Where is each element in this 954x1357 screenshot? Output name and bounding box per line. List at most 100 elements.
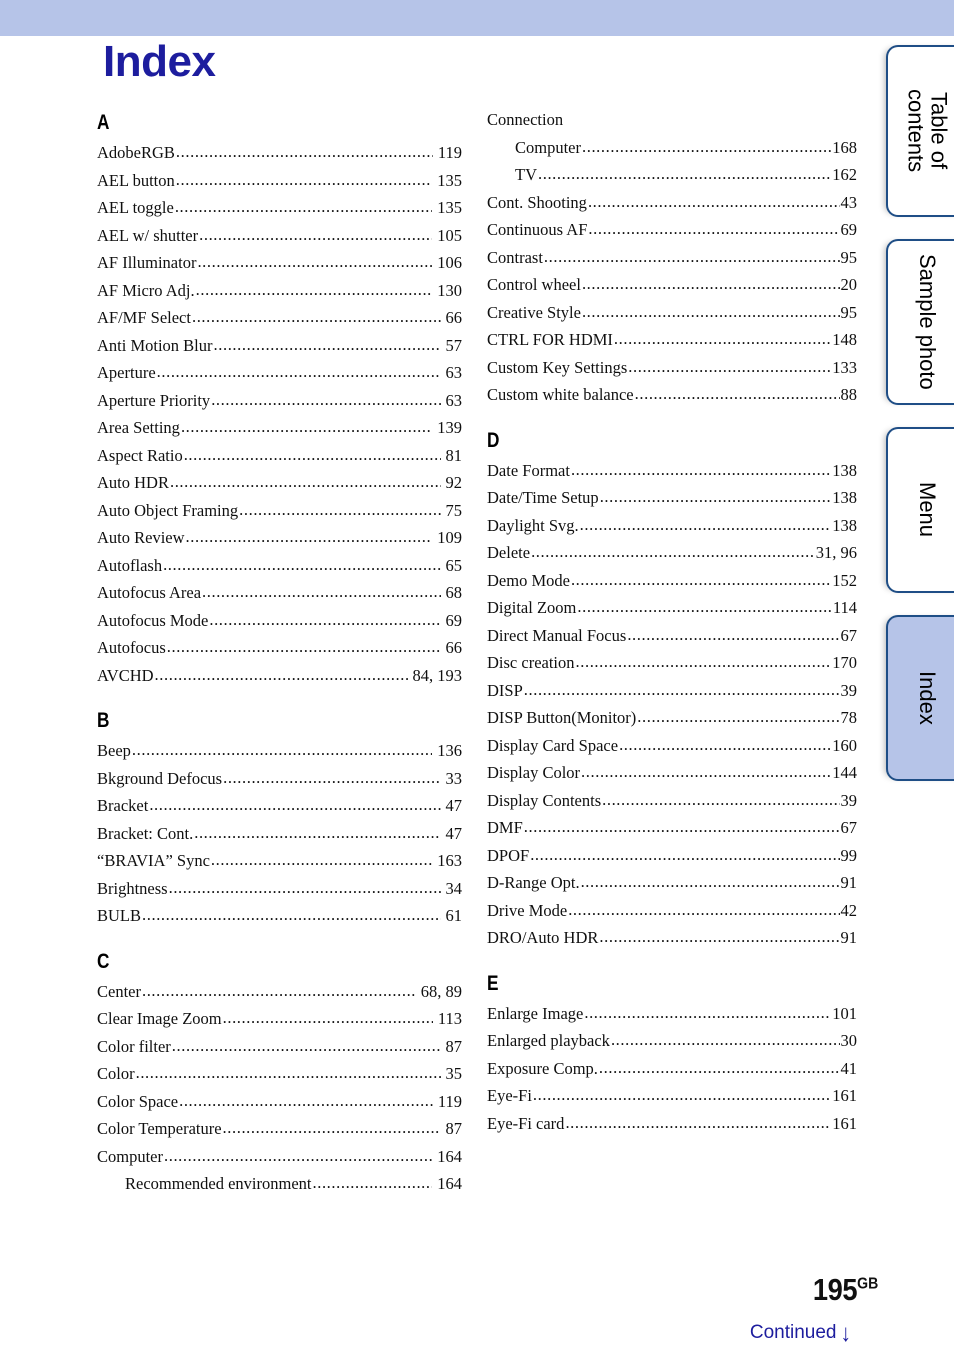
index-entry[interactable]: D-Range Opt.............................…	[487, 874, 857, 892]
index-entry[interactable]: DISP Button(Monitor)....................…	[487, 709, 857, 727]
side-tab-table-of-contents[interactable]: Table of contents	[886, 45, 954, 217]
index-entry[interactable]: Clear Image Zoom........................…	[97, 1010, 462, 1028]
index-entry-page-number: 84, 193	[412, 665, 463, 685]
side-tab-sample-photo[interactable]: Sample photo	[886, 239, 954, 405]
index-entry-label: Date/Time Setup	[487, 488, 599, 507]
continued-indicator[interactable]: Continued ↓	[750, 1321, 851, 1345]
index-entry[interactable]: Color Temperature.......................…	[97, 1119, 462, 1138]
index-entry[interactable]: Disc creation...........................…	[487, 654, 857, 672]
index-entry-label: Display Contents	[487, 790, 602, 810]
index-entry-label: Direct Manual Focus	[487, 625, 627, 645]
side-tab-index[interactable]: Index	[886, 615, 954, 781]
side-tab-menu[interactable]: Menu	[886, 427, 954, 593]
index-entry[interactable]: AEL w/ shutter..........................…	[97, 227, 462, 245]
index-entry[interactable]: Enlarged playback.......................…	[487, 1032, 857, 1050]
index-entry[interactable]: AF Illuminator..........................…	[97, 254, 462, 272]
index-entry[interactable]: Control wheel...........................…	[487, 276, 857, 294]
index-entry[interactable]: Brightness..............................…	[97, 880, 462, 898]
index-entry[interactable]: BULB....................................…	[97, 907, 462, 925]
index-entry[interactable]: Custom white balance....................…	[487, 386, 857, 404]
index-entry[interactable]: Area Setting............................…	[97, 419, 462, 437]
leader-dots: ........................................…	[523, 681, 840, 698]
index-entry[interactable]: Bkground Defocus........................…	[97, 770, 462, 788]
index-entry[interactable]: Auto Object Framing.....................…	[97, 502, 462, 520]
index-entry[interactable]: Daylight Svg............................…	[487, 517, 857, 535]
index-entry[interactable]: Computer................................…	[97, 1146, 462, 1166]
index-entry[interactable]: Beep....................................…	[97, 742, 462, 760]
leader-dots: ........................................…	[610, 1032, 840, 1049]
index-entry[interactable]: Connection..............................…	[487, 111, 857, 129]
index-entry[interactable]: Autoflash...............................…	[97, 557, 462, 575]
index-entry-label: Center	[97, 981, 141, 1001]
index-entry[interactable]: Aspect Ratio............................…	[97, 447, 462, 465]
index-entry-label: Computer	[97, 1146, 163, 1166]
index-entry-label: Eye-Fi card	[487, 1113, 565, 1133]
index-entry[interactable]: Date Format.............................…	[487, 461, 857, 480]
index-entry[interactable]: AdobeRGB................................…	[97, 144, 462, 162]
index-entry[interactable]: Digital Zoom............................…	[487, 599, 857, 617]
index-entry-label: CTRL FOR HDMI	[487, 330, 613, 349]
index-entry[interactable]: Recommended environment.................…	[97, 1175, 462, 1193]
index-entry[interactable]: Aperture Priority.......................…	[97, 392, 462, 410]
index-entry-label: Color filter	[97, 1036, 171, 1056]
index-entry[interactable]: DPOF....................................…	[487, 847, 857, 865]
index-entry[interactable]: CTRL FOR HDMI...........................…	[487, 330, 857, 349]
index-entry[interactable]: Display Contents........................…	[487, 790, 857, 810]
leader-dots: ........................................…	[141, 982, 416, 999]
index-entry[interactable]: Date/Time Setup.........................…	[487, 488, 857, 507]
index-entry[interactable]: Delete..................................…	[487, 544, 857, 562]
index-entry[interactable]: TV......................................…	[487, 166, 857, 184]
index-entry[interactable]: Autofocus Area..........................…	[97, 584, 462, 602]
index-entry[interactable]: Anti Motion Blur........................…	[97, 337, 462, 355]
leader-dots: ........................................…	[142, 907, 440, 924]
index-entry[interactable]: Bracket.................................…	[97, 797, 462, 815]
index-entry[interactable]: AVCHD...................................…	[97, 665, 463, 685]
leader-dots: ........................................…	[570, 461, 832, 478]
index-entry[interactable]: Direct Manual Focus.....................…	[487, 625, 858, 645]
index-entry[interactable]: Contrast................................…	[487, 249, 857, 267]
index-entry-page-number: 67	[840, 625, 858, 645]
index-entry[interactable]: Color...................................…	[97, 1065, 462, 1083]
index-entry[interactable]: Eye-Fi..................................…	[487, 1087, 857, 1105]
index-entry[interactable]: Display Card Space......................…	[487, 737, 857, 755]
index-entry[interactable]: “BRAVIA” Sync...........................…	[97, 852, 462, 870]
index-entry[interactable]: Bracket: Cont...........................…	[97, 825, 462, 843]
leader-dots: ........................................…	[580, 874, 840, 891]
index-entry[interactable]: DISP....................................…	[487, 681, 857, 700]
index-entry[interactable]: Exposure Comp...........................…	[487, 1060, 857, 1078]
index-entry[interactable]: AF/MF Select............................…	[97, 308, 462, 327]
leader-dots: ........................................…	[599, 929, 839, 946]
index-entry[interactable]: Eye-Fi card.............................…	[487, 1113, 857, 1133]
index-entry[interactable]: Cont. Shooting..........................…	[487, 192, 857, 212]
index-entry[interactable]: Enlarge Image...........................…	[487, 1005, 857, 1023]
index-entry[interactable]: Aperture................................…	[97, 364, 462, 382]
index-entry[interactable]: Color Space.............................…	[97, 1093, 462, 1111]
index-entry-label: AF/MF Select	[97, 308, 191, 327]
leader-dots: ........................................…	[581, 276, 840, 293]
index-entry[interactable]: Continuous AF...........................…	[487, 221, 857, 239]
index-entry[interactable]: Autofocus Mode..........................…	[97, 612, 462, 630]
index-entry[interactable]: Creative Style..........................…	[487, 304, 857, 322]
index-entry[interactable]: DMF.....................................…	[487, 818, 858, 837]
index-entry[interactable]: Center..................................…	[97, 981, 462, 1001]
leader-dots: ........................................…	[174, 199, 433, 216]
index-entry[interactable]: Auto HDR................................…	[97, 474, 462, 492]
index-entry[interactable]: Computer................................…	[487, 139, 857, 157]
index-entry[interactable]: AEL toggle..............................…	[97, 198, 462, 217]
index-entry-label: DRO/Auto HDR	[487, 928, 599, 947]
index-entry[interactable]: AEL button..............................…	[97, 172, 462, 190]
index-entry[interactable]: DRO/Auto HDR............................…	[487, 928, 857, 947]
index-entry-page-number: 135	[437, 198, 462, 217]
leader-dots: ........................................…	[602, 791, 839, 808]
index-entry[interactable]: Color filter............................…	[97, 1036, 462, 1056]
index-entry[interactable]: Autofocus...............................…	[97, 639, 462, 657]
index-entry-label: Cont. Shooting	[487, 192, 587, 212]
index-entry[interactable]: Auto Review.............................…	[97, 529, 462, 547]
index-entry-label: Color Temperature	[97, 1119, 222, 1138]
index-entry[interactable]: Display Color...........................…	[487, 764, 857, 782]
index-entry[interactable]: Demo Mode...............................…	[487, 572, 857, 590]
index-entry[interactable]: Drive Mode..............................…	[487, 902, 857, 920]
index-entry-page-number: 67	[840, 818, 858, 837]
index-entry[interactable]: AF Micro Adj............................…	[97, 282, 462, 300]
index-entry[interactable]: Custom Key Settings.....................…	[487, 359, 857, 377]
